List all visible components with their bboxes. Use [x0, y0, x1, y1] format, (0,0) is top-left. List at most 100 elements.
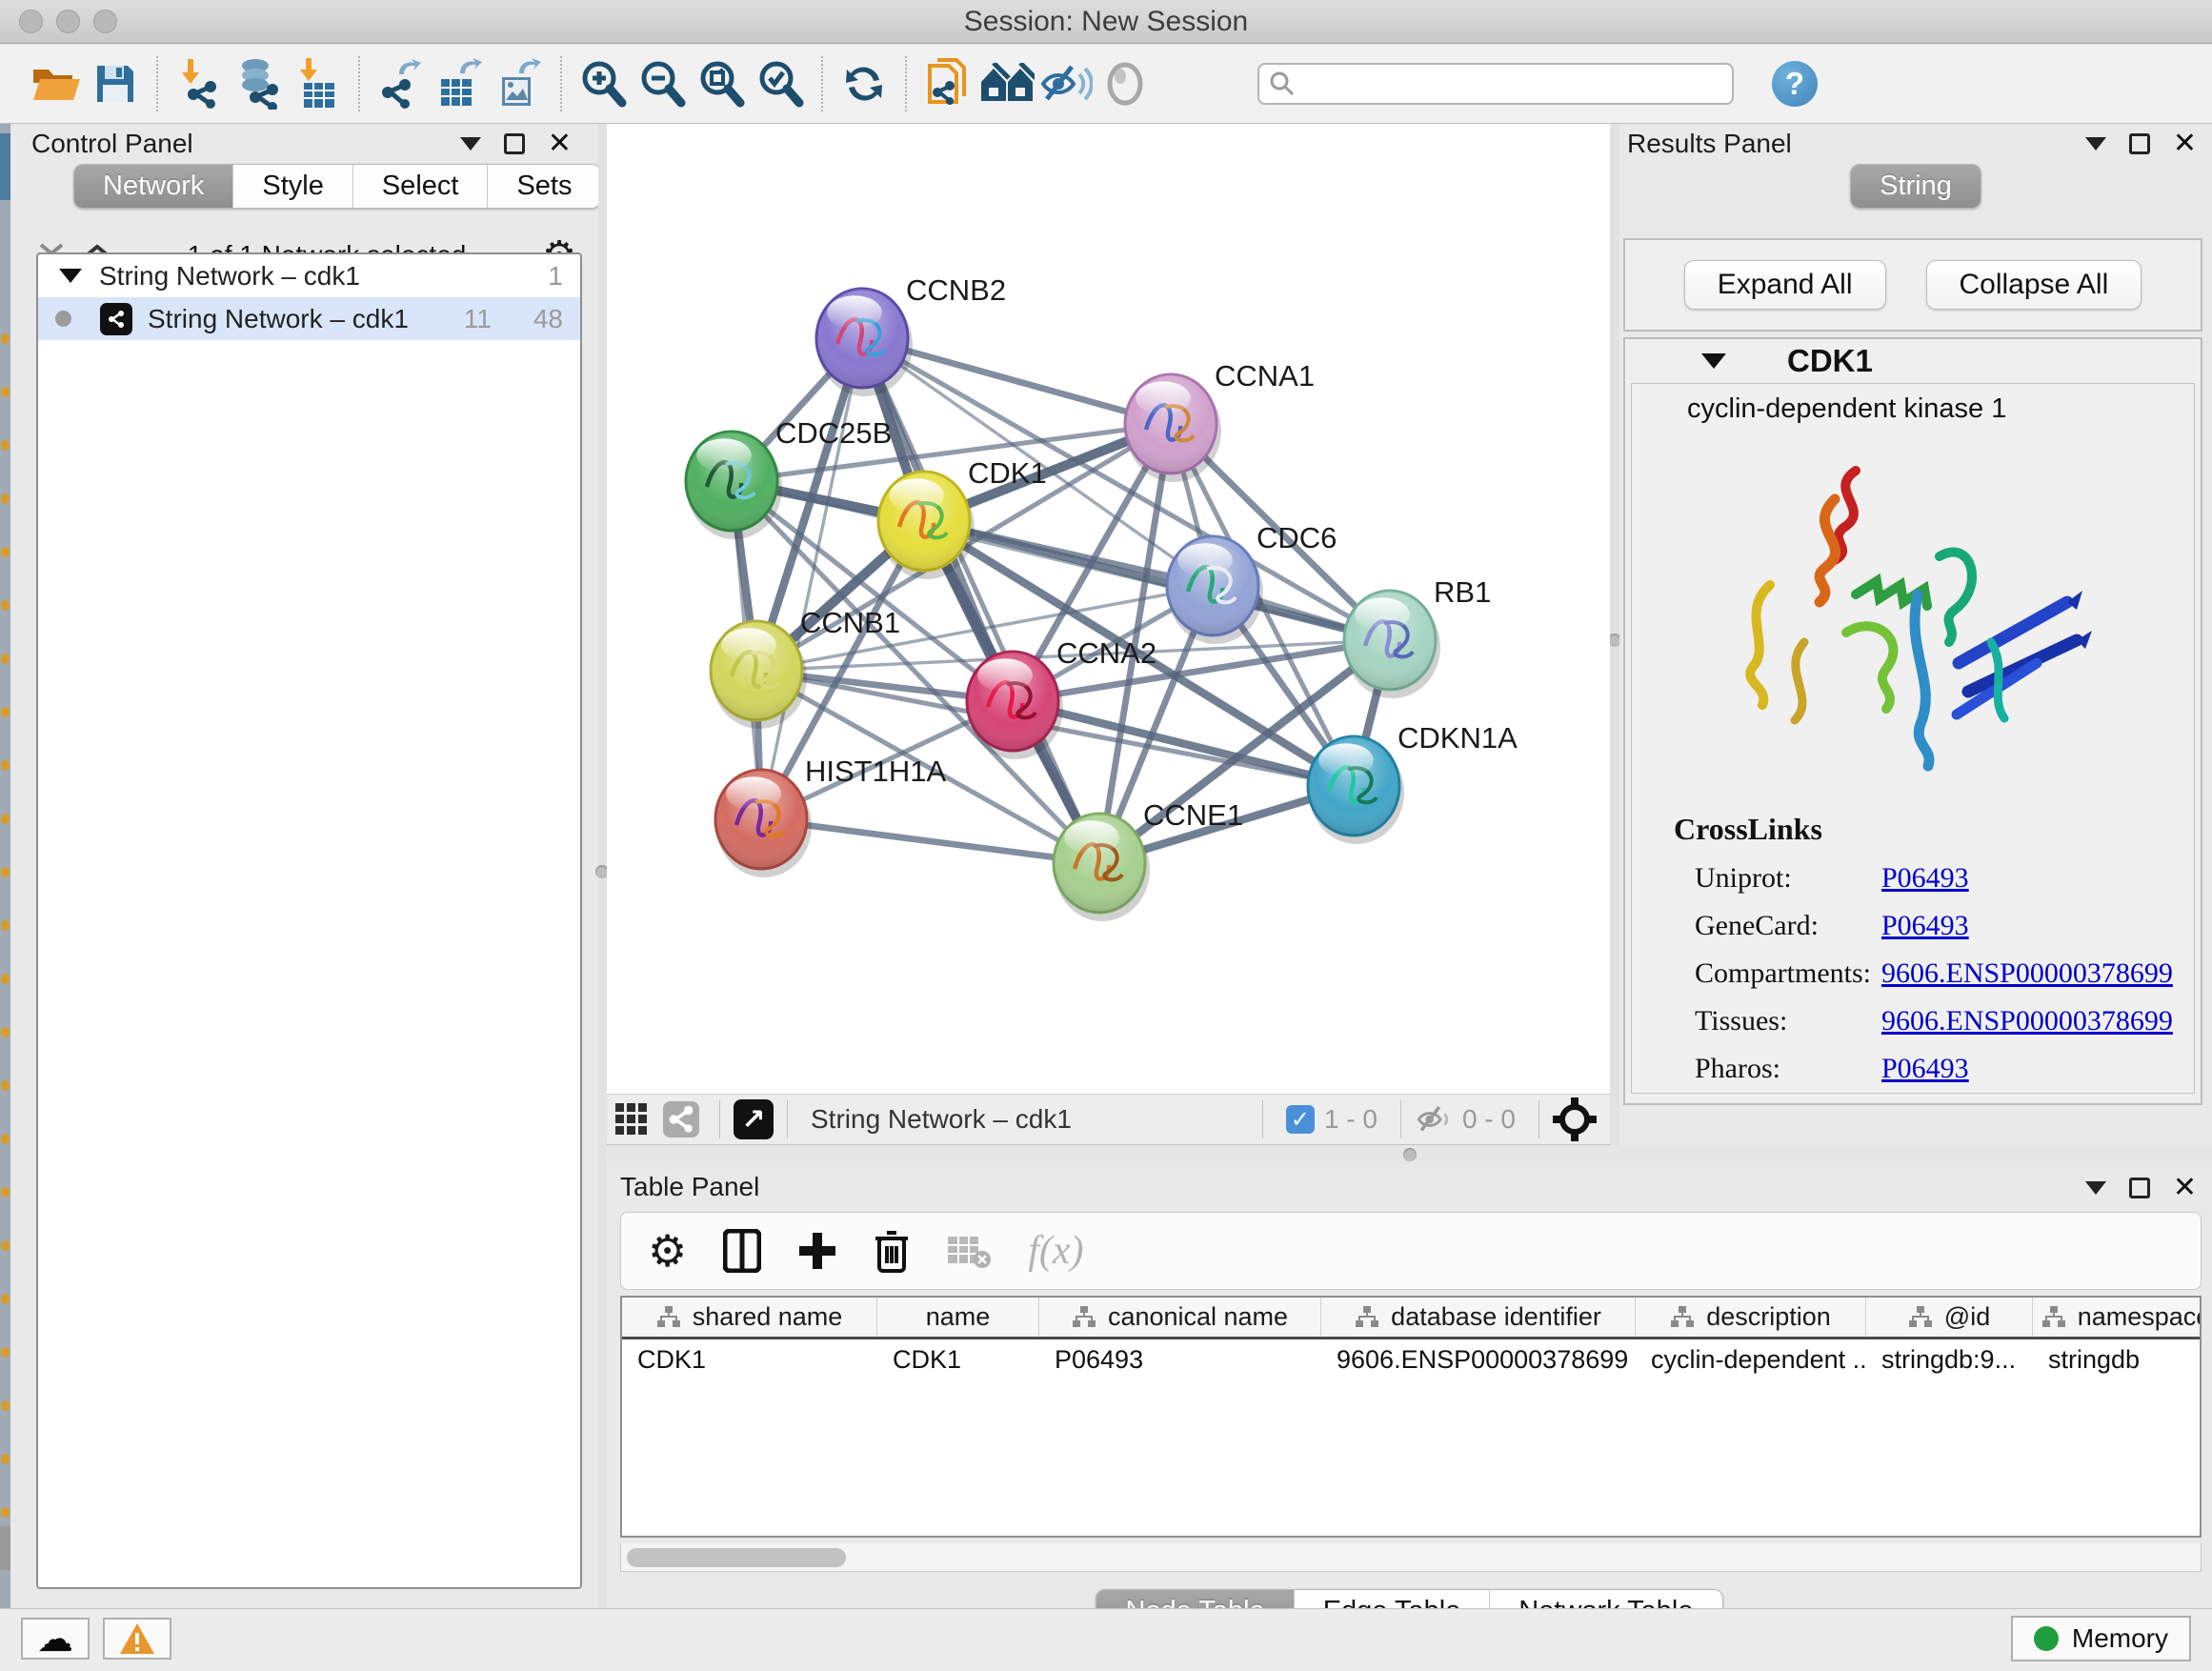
table-cell[interactable]: CDK1: [877, 1339, 1039, 1381]
network-from-selection-icon: [926, 58, 970, 110]
scrollbar-thumb[interactable]: [627, 1548, 846, 1567]
crosslink-link[interactable]: 9606.ENSP00000378699: [1881, 1005, 2173, 1037]
network-node-CCNA2[interactable]: [967, 652, 1063, 759]
cloud-status-button[interactable]: ☁: [21, 1618, 90, 1660]
crosslink-link[interactable]: 9606.ENSP00000378699: [1881, 957, 2173, 990]
network-node-CCNE1[interactable]: [1054, 814, 1150, 921]
network-node-CDKN1A[interactable]: [1308, 736, 1404, 844]
grid-view-button[interactable]: [607, 1097, 656, 1141]
collapse-all-button[interactable]: Collapse All: [1926, 260, 2142, 310]
expand-all-button[interactable]: Expand All: [1684, 260, 1886, 310]
search-input[interactable]: [1296, 70, 1715, 99]
table-horizontal-scrollbar[interactable]: [620, 1543, 2202, 1572]
zoom-selected-button[interactable]: [751, 52, 810, 115]
gene-symbol: CDK1: [1787, 343, 1873, 379]
tab-select[interactable]: Select: [352, 165, 488, 208]
bottom-splitter[interactable]: [607, 1145, 2212, 1164]
table-toolbar: ⚙ f(x): [620, 1212, 2202, 1290]
control-panel-tabs: NetworkStyleSelectSets: [73, 164, 601, 209]
close-panel-icon[interactable]: ✕: [548, 133, 572, 154]
network-collection-row[interactable]: String Network – cdk1 1: [38, 254, 580, 297]
tab-style[interactable]: Style: [232, 165, 352, 208]
zoom-out-button[interactable]: [633, 52, 692, 115]
selected-checkbox-icon[interactable]: ✓: [1286, 1105, 1315, 1134]
table-cell[interactable]: P06493: [1039, 1339, 1321, 1381]
node-label-CDC25B: CDC25B: [775, 416, 892, 450]
edge-CCNB2-HIST1H1A[interactable]: [761, 338, 862, 819]
column-header-canonical-name[interactable]: canonical name: [1039, 1298, 1321, 1337]
network-node-CDC6[interactable]: [1167, 536, 1263, 644]
network-node-CCNA1[interactable]: [1125, 374, 1221, 482]
import-network-file-button[interactable]: [170, 52, 229, 115]
database-import-icon: [232, 58, 284, 110]
refresh-layout-icon: [840, 60, 888, 108]
memory-button[interactable]: Memory: [2011, 1616, 2191, 1661]
detach-view-button[interactable]: ↗: [734, 1099, 774, 1139]
save-session-button[interactable]: [86, 52, 145, 115]
table-cell[interactable]: stringdb: [2033, 1339, 2202, 1381]
fit-content-button[interactable]: [692, 52, 751, 115]
toggle-column-panel-icon[interactable]: [723, 1229, 761, 1273]
hide-selected-button[interactable]: [1036, 52, 1096, 115]
column-header--id[interactable]: @id: [1866, 1298, 2033, 1337]
close-panel-icon[interactable]: ✕: [2173, 133, 2197, 154]
zoom-in-button[interactable]: [573, 52, 633, 115]
new-network-from-selection-button[interactable]: [918, 52, 977, 115]
control-panel: Control Panel ✕ NetworkStyleSelectSets 1…: [10, 124, 598, 1608]
crosshair-icon[interactable]: [1553, 1097, 1597, 1141]
column-header-shared-name[interactable]: shared name: [622, 1298, 877, 1337]
network-node-CDK1[interactable]: [878, 472, 975, 579]
network-node-HIST1H1A[interactable]: [715, 770, 812, 877]
table-cell[interactable]: stringdb:9...: [1866, 1339, 2033, 1381]
float-panel-icon[interactable]: [504, 133, 525, 154]
warnings-button[interactable]: [103, 1618, 171, 1660]
close-panel-icon[interactable]: ✕: [2173, 1178, 2197, 1198]
crosslink-link[interactable]: P06493: [1881, 862, 1969, 895]
apply-preferred-layout-button[interactable]: [835, 52, 894, 115]
left-splitter[interactable]: [598, 124, 607, 1608]
crosslink-link[interactable]: P06493: [1881, 1053, 1969, 1085]
gene-section-collapse-icon[interactable]: [1701, 353, 1726, 369]
network-node-RB1[interactable]: [1344, 591, 1440, 698]
network-node-CDC25B[interactable]: [686, 432, 782, 539]
column-header-name[interactable]: name: [877, 1298, 1039, 1337]
create-column-plus-icon[interactable]: [797, 1231, 837, 1271]
right-splitter[interactable]: [1610, 124, 1619, 1145]
table-cell[interactable]: cyclin-dependent ...: [1636, 1339, 1866, 1381]
collapse-panel-icon[interactable]: [2085, 137, 2106, 151]
collapse-panel-icon[interactable]: [2085, 1181, 2106, 1195]
float-panel-icon[interactable]: [2129, 1178, 2150, 1198]
float-panel-icon[interactable]: [2129, 133, 2150, 154]
column-header-namespace[interactable]: namespace: [2033, 1298, 2202, 1337]
show-all-button[interactable]: [1096, 52, 1155, 115]
network-overview-button[interactable]: [656, 1097, 706, 1141]
import-network-database-button[interactable]: [229, 52, 288, 115]
network-row-selected[interactable]: String Network – cdk1 11 48: [38, 297, 580, 340]
import-table-button[interactable]: [288, 52, 347, 115]
first-neighbors-button[interactable]: [977, 52, 1036, 115]
help-button[interactable]: ?: [1772, 61, 1818, 107]
tab-sets[interactable]: Sets: [487, 165, 600, 208]
export-image-button[interactable]: [490, 52, 549, 115]
table-row[interactable]: CDK1CDK1P064939606.ENSP00000378699cyclin…: [622, 1339, 2200, 1381]
network-view-canvas[interactable]: CCNB2CCNA1CDC25BCDK1CDC6RB1CCNB1CCNA2CDK…: [607, 124, 1610, 1094]
open-session-button[interactable]: [27, 52, 86, 115]
collapse-panel-icon[interactable]: [460, 137, 481, 151]
delete-column-trash-icon[interactable]: [874, 1229, 910, 1273]
export-table-button[interactable]: [431, 52, 490, 115]
table-settings-gear-icon[interactable]: ⚙: [648, 1232, 687, 1270]
tab-network[interactable]: Network: [74, 165, 232, 208]
tab-string[interactable]: String: [1851, 165, 1981, 208]
gene-section-card: CDK1 cyclin-dependent kinase 1: [1623, 337, 2202, 1105]
table-cell[interactable]: CDK1: [622, 1339, 877, 1381]
crosslink-link[interactable]: P06493: [1881, 910, 1969, 942]
edge-HIST1H1A-CCNE1[interactable]: [761, 819, 1099, 863]
column-header-database-identifier[interactable]: database identifier: [1321, 1298, 1636, 1337]
collection-expand-icon[interactable]: [59, 269, 82, 283]
export-network-button[interactable]: [372, 52, 431, 115]
shared-column-icon: [1908, 1306, 1933, 1329]
crosslinks-heading: CrossLinks: [1674, 812, 2194, 847]
network-node-CCNB2[interactable]: [816, 289, 913, 396]
table-cell[interactable]: 9606.ENSP00000378699: [1321, 1339, 1636, 1381]
column-header-description[interactable]: description: [1636, 1298, 1866, 1337]
